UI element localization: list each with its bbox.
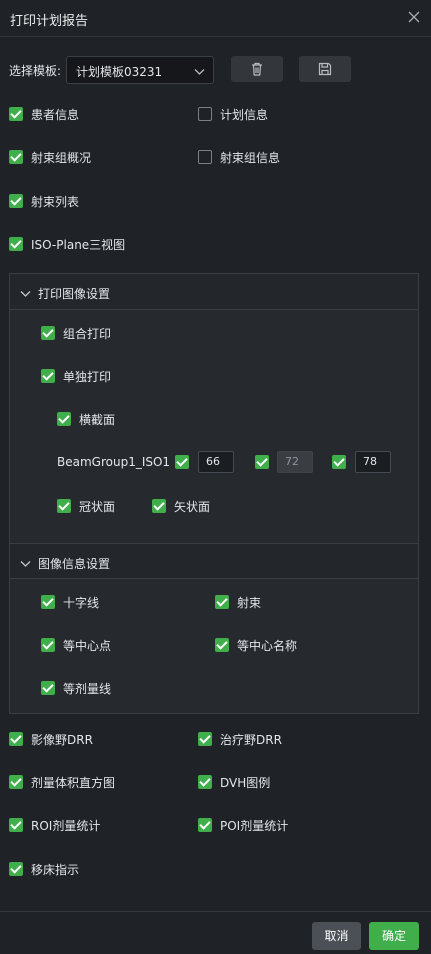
dialog-title: 打印计划报告 <box>10 14 89 29</box>
beam-slice-3-checkbox[interactable] <box>332 455 346 469</box>
beam-group-name: BeamGroup1_ISO1 <box>57 455 171 469</box>
option-coronal[interactable]: 冠状面 <box>57 497 115 515</box>
checkbox-checked[interactable] <box>215 595 229 609</box>
option-patient-info[interactable]: 患者信息 <box>9 105 79 123</box>
ok-button[interactable]: 确定 <box>369 922 419 950</box>
option-beam-group-overview[interactable]: 射束组概况 <box>9 148 91 166</box>
option-combined-print[interactable]: 组合打印 <box>41 324 111 342</box>
checkbox-checked[interactable] <box>9 818 23 832</box>
save-icon <box>318 62 332 76</box>
close-icon[interactable] <box>407 10 421 24</box>
option-transverse[interactable]: 横截面 <box>57 410 115 428</box>
option-roi-stats[interactable]: ROI剂量统计 <box>9 816 100 834</box>
checkbox-checked[interactable] <box>9 237 23 251</box>
checkbox-checked[interactable] <box>41 681 55 695</box>
option-iso-plane[interactable]: ISO-Plane三视图 <box>9 235 125 253</box>
template-select[interactable]: 计划模板03231 <box>66 56 214 84</box>
option-crosshair[interactable]: 十字线 <box>41 593 99 611</box>
checkbox-checked[interactable] <box>41 595 55 609</box>
beam-slice-1-input[interactable]: 66 <box>198 451 234 473</box>
checkbox-checked[interactable] <box>41 369 55 383</box>
option-poi-stats[interactable]: POI剂量统计 <box>198 816 288 834</box>
option-isocenter[interactable]: 等中心点 <box>41 636 111 654</box>
checkbox-checked[interactable] <box>57 499 71 513</box>
save-template-button[interactable] <box>299 56 351 82</box>
option-dvh[interactable]: 剂量体积直方图 <box>9 773 115 791</box>
template-value: 计划模板03231 <box>76 65 163 79</box>
beam-slice-1-checkbox[interactable] <box>175 455 189 469</box>
settings-panel: 打印图像设置 组合打印 单独打印 横截面 BeamGroup1_ISO1 66 … <box>9 273 419 714</box>
option-treatment-field-drr[interactable]: 治疗野DRR <box>198 730 282 748</box>
option-isodose[interactable]: 等剂量线 <box>41 679 111 697</box>
option-separate-print[interactable]: 单独打印 <box>41 367 111 385</box>
checkbox-checked[interactable] <box>9 107 23 121</box>
checkbox-checked[interactable] <box>9 862 23 876</box>
checkbox-checked[interactable] <box>198 818 212 832</box>
title-bar: 打印计划报告 <box>0 0 431 37</box>
print-image-settings-header[interactable]: 打印图像设置 <box>10 274 418 310</box>
dialog-footer: 取消 确定 <box>0 911 431 954</box>
delete-template-button[interactable] <box>231 56 283 82</box>
beam-slice-2-checkbox[interactable] <box>255 455 269 469</box>
checkbox-checked[interactable] <box>215 638 229 652</box>
beam-slice-2-input: 72 <box>277 451 313 473</box>
option-beam[interactable]: 射束 <box>215 593 261 611</box>
option-isocenter-name[interactable]: 等中心名称 <box>215 636 297 654</box>
checkbox-checked[interactable] <box>198 775 212 789</box>
option-dvh-legend[interactable]: DVH图例 <box>198 773 270 791</box>
option-sagittal[interactable]: 矢状面 <box>152 497 210 515</box>
checkbox-checked[interactable] <box>198 732 212 746</box>
checkbox-checked[interactable] <box>9 775 23 789</box>
cancel-button[interactable]: 取消 <box>312 922 361 950</box>
option-image-field-drr[interactable]: 影像野DRR <box>9 730 93 748</box>
trash-icon <box>252 62 262 76</box>
chevron-down-icon <box>20 557 31 571</box>
checkbox-checked[interactable] <box>41 326 55 340</box>
image-info-settings-header[interactable]: 图像信息设置 <box>10 543 418 579</box>
option-beam-list[interactable]: 射束列表 <box>9 192 79 210</box>
option-couch-shift[interactable]: 移床指示 <box>9 860 79 878</box>
checkbox-unchecked[interactable] <box>198 150 212 164</box>
checkbox-checked[interactable] <box>41 638 55 652</box>
checkbox-checked[interactable] <box>9 194 23 208</box>
chevron-down-icon <box>20 287 31 301</box>
checkbox-checked[interactable] <box>9 150 23 164</box>
checkbox-checked[interactable] <box>57 412 71 426</box>
checkbox-checked[interactable] <box>9 732 23 746</box>
chevron-down-icon <box>194 65 205 79</box>
checkbox-checked[interactable] <box>152 499 166 513</box>
checkbox-unchecked[interactable] <box>198 107 212 121</box>
option-plan-info[interactable]: 计划信息 <box>198 105 268 123</box>
template-label: 选择模板: <box>9 64 62 78</box>
option-beam-group-info[interactable]: 射束组信息 <box>198 148 280 166</box>
beam-slice-3-input[interactable]: 78 <box>355 451 391 473</box>
